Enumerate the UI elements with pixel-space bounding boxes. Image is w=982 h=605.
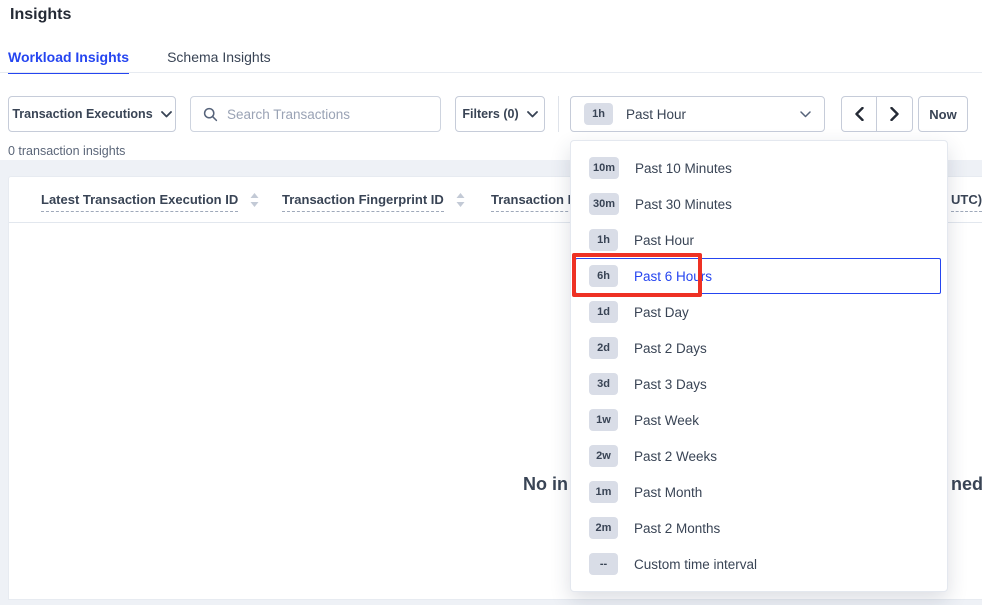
time-interval-label: Past Hour: [626, 107, 686, 122]
interval-badge: 1h: [589, 229, 618, 251]
time-option-1w[interactable]: 1w Past Week: [575, 402, 941, 438]
interval-label: Past 10 Minutes: [635, 161, 732, 176]
search-icon: [203, 107, 218, 122]
chevron-right-icon: [890, 107, 899, 121]
filters-button[interactable]: Filters (0): [455, 96, 545, 132]
interval-label: Past Day: [634, 305, 689, 320]
time-shift-controls: [841, 96, 913, 132]
toolbar: Transaction Executions Filters (0) 1h Pa…: [0, 96, 982, 133]
chevron-down-icon: [800, 111, 811, 118]
interval-label: Past 30 Minutes: [635, 197, 732, 212]
filters-label: Filters (0): [462, 107, 518, 121]
now-button[interactable]: Now: [918, 96, 968, 132]
interval-badge: 6h: [589, 265, 618, 287]
interval-label: Past Month: [634, 485, 702, 500]
interval-label: Past 2 Months: [634, 521, 720, 536]
tabbar: Workload Insights Schema Insights: [8, 49, 271, 74]
interval-badge: --: [589, 553, 618, 575]
column-label: Latest Transaction Execution ID: [41, 192, 238, 212]
previous-interval-button[interactable]: [841, 96, 877, 132]
column-label: UTC): [951, 192, 982, 212]
interval-label: Past 2 Days: [634, 341, 707, 356]
empty-state-text-left-fragment: No in: [523, 474, 568, 495]
time-option-custom[interactable]: -- Custom time interval: [575, 546, 941, 582]
time-option-1d[interactable]: 1d Past Day: [575, 294, 941, 330]
search-transactions-input[interactable]: [227, 107, 428, 122]
interval-label: Past Week: [634, 413, 699, 428]
sort-icon[interactable]: [250, 193, 259, 207]
insights-count: 0 transaction insights: [8, 144, 125, 158]
time-option-1m[interactable]: 1m Past Month: [575, 474, 941, 510]
interval-badge: 30m: [589, 193, 619, 215]
interval-badge: 2d: [589, 337, 618, 359]
empty-state-text-right-fragment: ned.: [951, 474, 982, 495]
tab-schema-insights[interactable]: Schema Insights: [167, 49, 271, 74]
interval-badge: 10m: [589, 157, 619, 179]
interval-label: Past Hour: [634, 233, 694, 248]
interval-label: Past 2 Weeks: [634, 449, 717, 464]
column-header-latest-transaction-execution-id[interactable]: Latest Transaction Execution ID: [41, 192, 259, 212]
interval-label: Past 6 Hours: [634, 269, 712, 284]
time-option-2d[interactable]: 2d Past 2 Days: [575, 330, 941, 366]
chevron-down-icon: [161, 111, 172, 118]
chevron-down-icon: [527, 111, 538, 118]
tabbar-divider: [0, 72, 982, 73]
time-interval-menu: 10m Past 10 Minutes 30m Past 30 Minutes …: [570, 140, 948, 592]
time-interval-badge: 1h: [584, 103, 613, 125]
time-option-30m[interactable]: 30m Past 30 Minutes: [575, 186, 941, 222]
next-interval-button[interactable]: [877, 96, 913, 132]
time-interval-dropdown[interactable]: 1h Past Hour: [570, 96, 825, 132]
time-option-2w[interactable]: 2w Past 2 Weeks: [575, 438, 941, 474]
column-header-utc-truncated[interactable]: UTC): [951, 192, 982, 212]
time-option-3d[interactable]: 3d Past 3 Days: [575, 366, 941, 402]
interval-badge: 1m: [589, 481, 618, 503]
interval-badge: 2w: [589, 445, 618, 467]
interval-badge: 3d: [589, 373, 618, 395]
interval-label: Past 3 Days: [634, 377, 707, 392]
interval-label: Custom time interval: [634, 557, 757, 572]
interval-badge: 1d: [589, 301, 618, 323]
chevron-left-icon: [855, 107, 864, 121]
time-option-6h[interactable]: 6h Past 6 Hours: [575, 258, 941, 294]
time-option-2m[interactable]: 2m Past 2 Months: [575, 510, 941, 546]
time-option-10m[interactable]: 10m Past 10 Minutes: [575, 150, 941, 186]
transaction-type-dropdown[interactable]: Transaction Executions: [8, 96, 176, 132]
time-option-1h[interactable]: 1h Past Hour: [575, 222, 941, 258]
interval-badge: 1w: [589, 409, 618, 431]
column-label: Transaction Fingerprint ID: [282, 192, 444, 212]
page-title: Insights: [10, 6, 71, 24]
interval-badge: 2m: [589, 517, 618, 539]
transaction-type-label: Transaction Executions: [12, 107, 152, 121]
search-transactions-box[interactable]: [190, 96, 441, 132]
column-header-transaction-fingerprint-id[interactable]: Transaction Fingerprint ID: [282, 192, 465, 212]
toolbar-divider: [558, 96, 559, 132]
sort-icon[interactable]: [456, 193, 465, 207]
tab-workload-insights[interactable]: Workload Insights: [8, 49, 129, 74]
